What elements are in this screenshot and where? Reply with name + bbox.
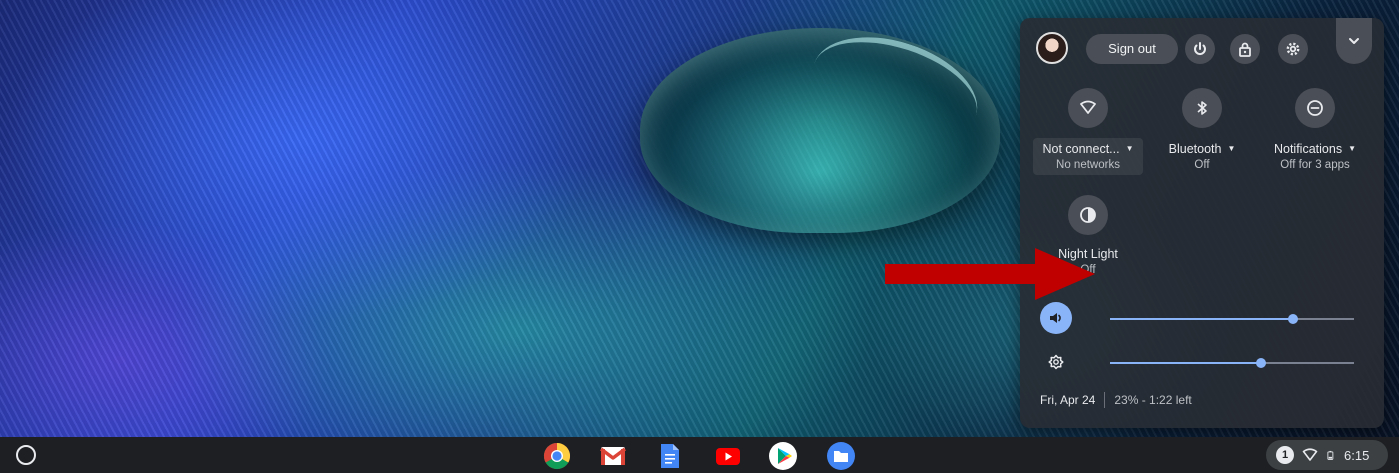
notification-count-badge: 1 xyxy=(1276,446,1294,464)
bluetooth-toggle[interactable] xyxy=(1182,88,1222,128)
quick-settings-top-bar: Sign out xyxy=(1020,18,1384,78)
notifications-label[interactable]: Notifications ▼ xyxy=(1260,142,1370,156)
youtube-app[interactable] xyxy=(712,440,744,472)
footer-separator xyxy=(1104,392,1106,408)
gear-icon xyxy=(1286,42,1300,56)
play-store-app[interactable] xyxy=(767,440,799,472)
sign-out-button[interactable]: Sign out xyxy=(1086,34,1178,64)
brightness-slider[interactable] xyxy=(1110,358,1354,368)
launcher-button[interactable] xyxy=(16,445,36,465)
notifications-toggle[interactable] xyxy=(1295,88,1335,128)
gmail-app[interactable] xyxy=(597,440,629,472)
wifi-icon xyxy=(1302,448,1318,461)
bluetooth-icon xyxy=(1197,101,1207,115)
brightness-row xyxy=(1040,344,1370,378)
network-label: Not connect... ▼ xyxy=(1042,142,1134,156)
chrome-app[interactable] xyxy=(541,440,573,472)
clock: 6:15 xyxy=(1344,447,1370,463)
gmail-icon xyxy=(599,447,627,465)
chrome-icon xyxy=(543,442,571,470)
network-pod[interactable]: Not connect... ▼ No networks xyxy=(1033,88,1143,175)
annotation-arrow xyxy=(885,248,1095,300)
date-label[interactable]: Fri, Apr 24 xyxy=(1040,393,1095,407)
collapse-button[interactable] xyxy=(1336,18,1372,64)
settings-button[interactable] xyxy=(1278,34,1308,64)
play-store-icon xyxy=(769,442,797,470)
user-avatar[interactable] xyxy=(1036,32,1068,64)
network-label-box[interactable]: Not connect... ▼ No networks xyxy=(1033,138,1143,175)
quick-settings-panel: Sign out Not connect... ▼ No networks Blu… xyxy=(1020,18,1384,428)
quick-settings-footer: Fri, Apr 24 23% - 1:22 left xyxy=(1040,392,1192,408)
brightness-button xyxy=(1040,346,1072,378)
lock-icon xyxy=(1239,42,1251,57)
bluetooth-label[interactable]: Bluetooth ▼ xyxy=(1147,142,1257,156)
night-light-toggle[interactable] xyxy=(1068,195,1108,235)
bluetooth-pod[interactable]: Bluetooth ▼ Off xyxy=(1147,88,1257,171)
wifi-icon xyxy=(1080,100,1096,114)
brightness-icon xyxy=(1048,354,1064,370)
battery-icon xyxy=(1327,450,1334,460)
water-drop xyxy=(640,28,1000,233)
volume-row xyxy=(1040,300,1370,334)
chevron-down-icon xyxy=(1349,38,1359,44)
status-tray[interactable]: 1 6:15 xyxy=(1266,440,1388,470)
volume-slider-knob[interactable] xyxy=(1288,314,1298,324)
docs-app[interactable] xyxy=(653,440,685,472)
brightness-slider-knob[interactable] xyxy=(1256,358,1267,368)
brightness-slider-fill xyxy=(1110,362,1262,364)
power-icon xyxy=(1194,42,1206,55)
files-app[interactable] xyxy=(825,440,857,472)
notifications-status: Off for 3 apps xyxy=(1280,159,1350,171)
notifications-pod[interactable]: Notifications ▼ Off for 3 apps xyxy=(1260,88,1370,171)
volume-slider[interactable] xyxy=(1110,314,1354,324)
night-light-icon xyxy=(1080,207,1096,223)
docs-icon xyxy=(661,444,679,468)
shelf: 1 6:15 xyxy=(0,437,1399,473)
volume-mute-button[interactable] xyxy=(1040,302,1072,334)
youtube-icon xyxy=(716,448,740,465)
battery-status[interactable]: 23% - 1:22 left xyxy=(1114,393,1191,407)
volume-slider-fill xyxy=(1110,318,1293,320)
network-toggle[interactable] xyxy=(1068,88,1108,128)
network-status: No networks xyxy=(1056,159,1120,171)
files-icon xyxy=(827,442,855,470)
volume-icon xyxy=(1050,313,1061,323)
bluetooth-status: Off xyxy=(1194,159,1210,171)
do-not-disturb-icon xyxy=(1307,100,1323,116)
power-button[interactable] xyxy=(1185,34,1215,64)
lock-button[interactable] xyxy=(1230,34,1260,64)
